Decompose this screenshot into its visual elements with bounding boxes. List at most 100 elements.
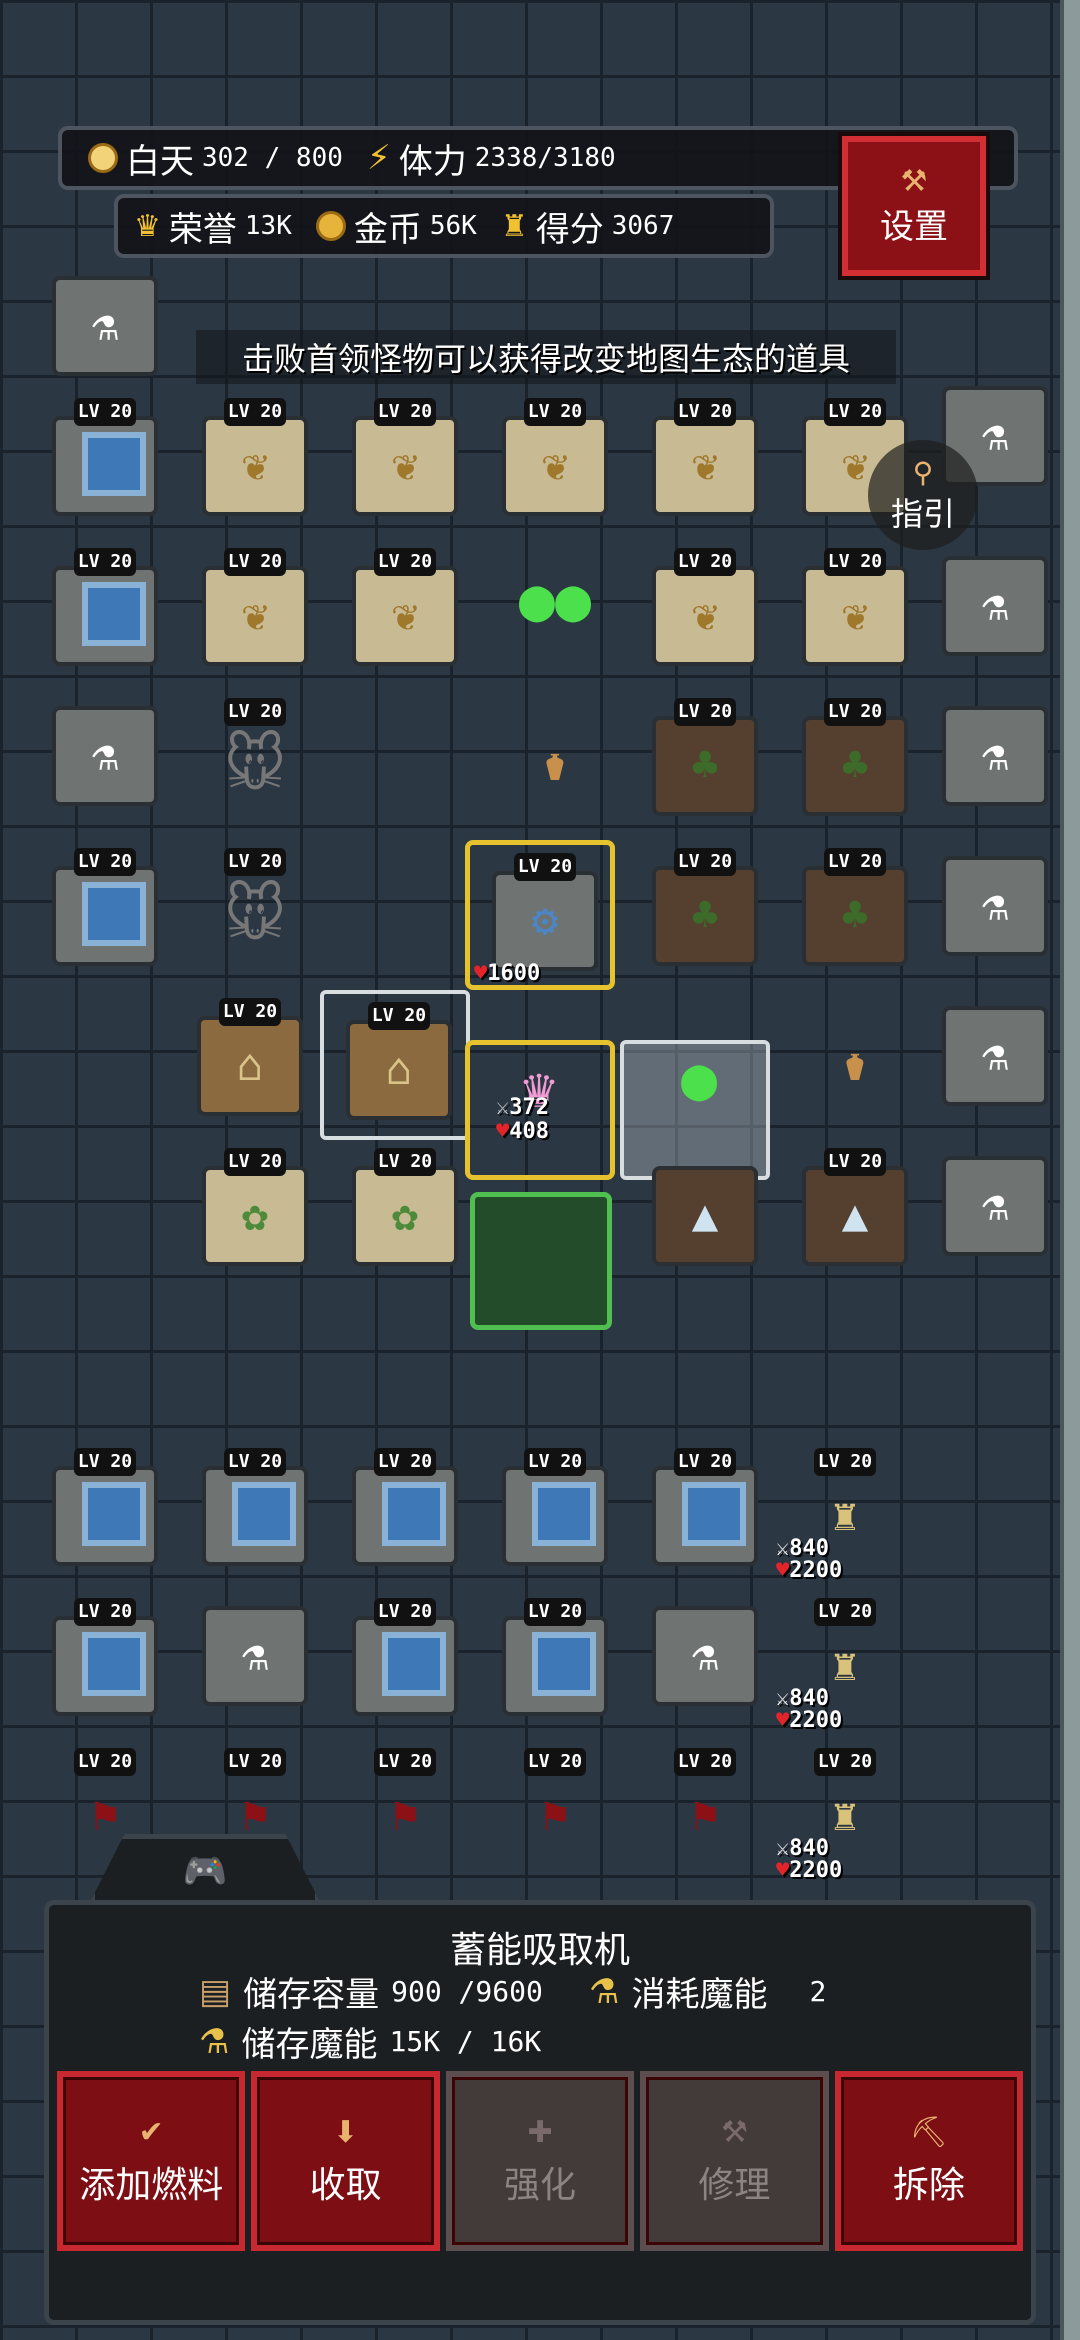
trophy-icon: ♜ [500, 208, 528, 244]
tower-hp: ♥2200 [776, 1558, 842, 1583]
crop-cell[interactable]: LV 20 ❦ [630, 540, 780, 690]
collect-button[interactable]: ⬇ 收取 [251, 2071, 440, 2251]
rat-icon: 🐭 [223, 730, 287, 800]
machine-cell[interactable]: ⚗ [920, 680, 1070, 830]
orb-lamp-cell[interactable]: ●● [480, 525, 630, 675]
window-icon [382, 1482, 446, 1546]
crop-cell[interactable]: LV 20 ❦ [480, 390, 630, 540]
green-orb-icon: ●● [518, 565, 592, 635]
window-cell[interactable]: LV 20 [30, 1590, 180, 1740]
window-cell[interactable]: LV 20 [30, 390, 180, 540]
window-cell[interactable]: LV 20 [630, 1440, 780, 1590]
snow-tree-cell[interactable]: LV 20 ▲ [780, 1140, 930, 1290]
stamina-counter: ⚡ 体力 2338/3180 [367, 134, 616, 183]
snow-tree-cell[interactable]: ▲ [630, 1140, 780, 1290]
tree-cell[interactable]: LV 20 ♣ [630, 690, 780, 840]
level-badge: LV 20 [224, 398, 286, 426]
window-cell[interactable]: LV 20 [180, 1440, 330, 1590]
repair-button[interactable]: ⚒ 修理 [640, 2071, 829, 2251]
lamp-cell[interactable]: ⚱ [780, 990, 930, 1140]
rat-monster-cell[interactable]: LV 20 🐭 [180, 840, 330, 990]
machine-cell[interactable]: ⚗ [180, 1580, 330, 1730]
level-badge: LV 20 [374, 1448, 436, 1476]
tree-icon: ♣ [841, 739, 869, 791]
energy-drainer-cell[interactable]: LV 20 ⚙ ♥1600 [465, 840, 615, 990]
machine-cell[interactable]: ⚗ [920, 1130, 1070, 1280]
tower-cell[interactable]: LV 20 ♜ ⚔840 ♥2200 [770, 1440, 920, 1590]
level-badge: LV 20 [374, 548, 436, 576]
machine-cell[interactable]: ⚗ [920, 530, 1070, 680]
machine-cell[interactable]: ⚗ [30, 680, 180, 830]
heart-icon: ♥ [776, 1858, 790, 1883]
forge-cell[interactable]: LV 20 ⌂ [175, 990, 325, 1140]
tower-cell[interactable]: LV 20 ♜ ⚔840 ♥2200 [770, 1590, 920, 1740]
tree-cell[interactable]: LV 20 ♣ [630, 840, 780, 990]
banner-cell[interactable]: LV 20 ⚑ [330, 1740, 480, 1890]
banner-cell[interactable]: LV 20 ⚑ [630, 1740, 780, 1890]
machine-cell[interactable]: ⚗ [630, 1580, 780, 1730]
honor-label: 荣誉 [168, 209, 237, 250]
tree-cell[interactable]: LV 20 ♣ [780, 690, 930, 840]
crop-cell[interactable]: LV 20 ❦ [330, 540, 480, 690]
level-badge: LV 20 [224, 848, 286, 876]
machine-icon: ⚗ [981, 1029, 1009, 1081]
banner-cell[interactable]: LV 20 ⚑ [480, 1740, 630, 1890]
settings-button[interactable]: ⚒ 设置 [842, 136, 986, 276]
tower-cell[interactable]: LV 20 ♜ ⚔840 ♥2200 [770, 1740, 920, 1890]
empty-build-slot[interactable] [470, 1192, 612, 1330]
window-icon [232, 1482, 296, 1546]
crop-cell[interactable]: LV 20 ❦ [630, 390, 780, 540]
level-badge: LV 20 [224, 698, 286, 726]
player-cell[interactable]: ♛ ⚔372 ♥408 [465, 1040, 615, 1180]
window-cell[interactable]: LV 20 [480, 1440, 630, 1590]
plant-cell[interactable]: LV 20 ✿ [180, 1140, 330, 1290]
level-badge: LV 20 [219, 998, 281, 1026]
window-cell[interactable]: LV 20 [30, 840, 180, 990]
level-badge: LV 20 [374, 398, 436, 426]
wheat-icon: ❦ [541, 439, 569, 491]
level-badge: LV 20 [814, 1598, 876, 1626]
machine-cell[interactable]: ⚗ [920, 830, 1070, 980]
tree-cell[interactable]: LV 20 ♣ [780, 840, 930, 990]
wrench-icon: ⚒ [900, 164, 928, 199]
level-badge: LV 20 [824, 1148, 886, 1176]
controller-tab[interactable]: 🎮 [90, 1834, 320, 1902]
crop-cell[interactable]: LV 20 ❦ [180, 390, 330, 540]
window-icon [82, 582, 146, 646]
tower-hp: ♥2200 [776, 1708, 842, 1733]
crop-cell[interactable]: LV 20 ❦ [180, 540, 330, 690]
window-icon [82, 882, 146, 946]
window-cell[interactable]: LV 20 [30, 1440, 180, 1590]
honor-value: 13K [244, 211, 292, 241]
add-fuel-button[interactable]: ✔ 添加燃料 [57, 2071, 246, 2251]
hud-resource-bar: ♛ 荣誉 13K 金币 56K ♜ 得分 3067 [114, 194, 774, 258]
guide-button[interactable]: ⚲ 指引 [868, 440, 978, 550]
window-cell[interactable]: LV 20 [330, 1440, 480, 1590]
crop-cell[interactable]: LV 20 ❦ [330, 390, 480, 540]
level-badge: LV 20 [814, 1748, 876, 1776]
window-cell[interactable]: LV 20 [480, 1590, 630, 1740]
machine-icon: ⚗ [981, 579, 1009, 631]
day-label: 白天 [126, 141, 194, 182]
lamp-cell[interactable]: ⚱ [480, 690, 630, 840]
demolish-button[interactable]: ⛏ 拆除 [834, 2071, 1024, 2251]
level-badge: LV 20 [224, 1148, 286, 1176]
plant-cell[interactable]: LV 20 ✿ [330, 1140, 480, 1290]
level-badge: LV 20 [524, 398, 586, 426]
tower-hp-value: 2200 [789, 1858, 843, 1883]
crop-cell[interactable]: LV 20 ❦ [780, 540, 930, 690]
demolish-label: 拆除 [892, 2164, 965, 2206]
rat-monster-cell[interactable]: LV 20 🐭 [180, 690, 330, 840]
building-name: 蓄能吸取机 [449, 1930, 630, 1971]
window-cell[interactable]: LV 20 [330, 1590, 480, 1740]
machine-cell[interactable]: ⚗ [30, 250, 180, 400]
level-badge: LV 20 [674, 398, 736, 426]
machine-icon: ⚗ [981, 729, 1009, 781]
level-badge: LV 20 [74, 1748, 136, 1776]
window-cell[interactable]: LV 20 [30, 540, 180, 690]
tower-hp-value: 2200 [789, 1708, 843, 1733]
upgrade-button[interactable]: ✚ 强化 [445, 2071, 635, 2251]
snow-tree-icon: ▲ [691, 1189, 719, 1241]
forge-cell[interactable]: LV 20 ⌂ [320, 990, 470, 1140]
machine-cell[interactable]: ⚗ [920, 980, 1070, 1130]
